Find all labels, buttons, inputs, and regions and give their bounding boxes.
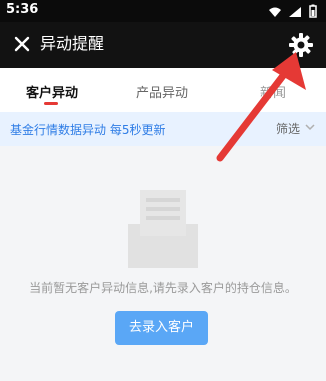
app-header: 异动提醒 xyxy=(0,22,326,68)
page-title: 异动提醒 xyxy=(40,34,105,53)
tab-product-changes[interactable]: 产品异动 xyxy=(136,82,188,101)
filter-button[interactable]: 筛选 xyxy=(276,120,316,137)
add-customer-button[interactable]: 去录入客户 xyxy=(115,311,208,345)
signal-icon xyxy=(288,3,302,22)
tab-news[interactable]: 新闻 xyxy=(260,82,286,101)
active-tab-indicator xyxy=(44,102,58,105)
tab-customer-changes[interactable]: 客户异动 xyxy=(26,82,78,101)
tab-bar: 客户异动 产品异动 新闻 xyxy=(0,68,326,113)
empty-state: 当前暂无客户异动信息,请先录入客户的持仓信息。 去录入客户 xyxy=(0,146,326,381)
status-icons xyxy=(268,3,318,22)
close-icon[interactable] xyxy=(12,34,32,54)
chevron-down-icon xyxy=(304,121,316,136)
empty-inbox-icon xyxy=(124,184,202,270)
wifi-icon xyxy=(268,3,282,22)
info-banner: 基金行情数据异动 每5秒更新 筛选 xyxy=(0,112,326,146)
filter-label: 筛选 xyxy=(275,122,300,136)
status-time: 5:36 xyxy=(6,2,39,17)
empty-message: 当前暂无客户异动信息,请先录入客户的持仓信息。 xyxy=(29,281,297,295)
battery-icon xyxy=(308,3,318,22)
banner-text: 基金行情数据异动 每5秒更新 xyxy=(10,123,166,137)
gear-icon[interactable] xyxy=(288,32,314,58)
status-bar: 5:36 xyxy=(0,0,326,22)
